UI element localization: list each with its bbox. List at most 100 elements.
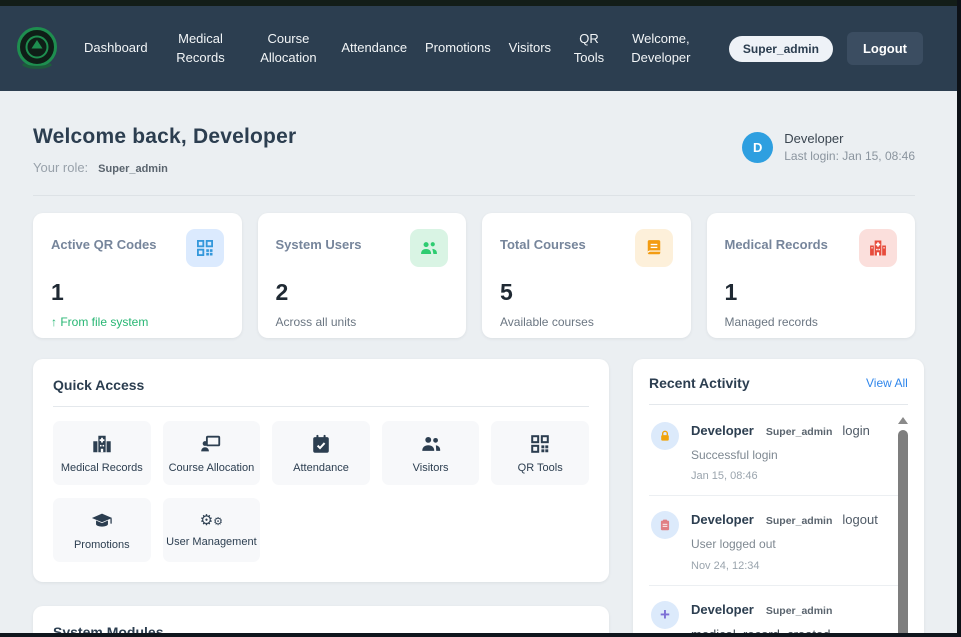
nav-medical-records[interactable]: Medical Records (166, 30, 236, 68)
profile-last-login: Last login: Jan 15, 08:46 (784, 149, 915, 163)
activity-item-logout: Developer Super_admin logout User logged o… (649, 496, 908, 585)
quick-access-attendance[interactable]: Attendance (272, 421, 370, 485)
tile-label: Medical Records (61, 462, 143, 474)
stat-value: 1 (51, 279, 224, 306)
stat-subtext: Across all units (276, 315, 449, 329)
activity-action: medical_record_created (691, 627, 878, 637)
tile-label: User Management (166, 536, 257, 548)
left-column: Quick Access Medical Records (33, 359, 609, 637)
hospital-icon (91, 433, 113, 455)
user-role-line: Your role: Super_admin (33, 160, 296, 175)
stat-cards-row: Active QR Codes 1 ↑ From file system Sys… (33, 213, 915, 338)
app-logo (16, 25, 58, 73)
qr-code-icon (186, 229, 224, 267)
activity-time: Jan 15, 08:46 (691, 470, 870, 482)
nav-attendance[interactable]: Attendance (341, 39, 407, 58)
quick-access-qr-tools[interactable]: QR Tools (491, 421, 589, 485)
stat-title: Total Courses (500, 229, 586, 252)
screen: Dashboard Medical Records Course Allocat… (0, 0, 961, 637)
activity-item-medical-record-created: + DeveloperSuper_admin medical_record_cr… (649, 586, 908, 637)
nav-qr-tools[interactable]: QR Tools (569, 30, 609, 68)
system-modules-title: System Modules (53, 624, 589, 637)
nav-promotions[interactable]: Promotions (425, 39, 491, 58)
activity-role: Super_admin (766, 515, 833, 527)
nav-dashboard[interactable]: Dashboard (84, 39, 148, 58)
users-icon (410, 229, 448, 267)
user-gears-icon: ⚙⚙ (200, 513, 223, 529)
stat-card-system-users: System Users 2 Across all units (258, 213, 467, 338)
calendar-check-icon (310, 433, 332, 455)
stat-title: System Users (276, 229, 362, 252)
profile-summary: D Developer Last login: Jan 15, 08:46 (742, 131, 915, 163)
panel-divider (649, 404, 908, 405)
view-all-link[interactable]: View All (866, 376, 908, 390)
quick-access-course-allocation[interactable]: Course Allocation (163, 421, 261, 485)
quick-access-grid: Medical Records Course Allocation (53, 421, 589, 562)
activity-item-login: Developer Super_admin login Successful log… (649, 407, 908, 496)
activity-detail: Successful login (691, 447, 870, 464)
stat-title: Medical Records (725, 229, 828, 252)
page-title: Welcome back, Developer (33, 125, 296, 149)
recent-activity-title: Recent Activity (649, 375, 750, 391)
quick-access-visitors[interactable]: Visitors (382, 421, 480, 485)
qr-code-icon (529, 433, 551, 455)
nav-welcome-user: Welcome, Developer (627, 30, 695, 68)
stat-card-medical-records: Medical Records 1 Managed records (707, 213, 916, 338)
activity-detail: User logged out (691, 536, 878, 553)
dashboard-main: Welcome back, Developer Your role: Super_… (0, 91, 957, 637)
clipboard-icon (651, 511, 679, 539)
chalkboard-user-icon (200, 433, 222, 455)
panel-divider (53, 406, 589, 407)
profile-name: Developer (784, 131, 915, 146)
scroll-up-arrow[interactable] (898, 417, 908, 424)
tile-label: QR Tools (518, 462, 563, 474)
welcome-section: Welcome back, Developer Your role: Super_… (33, 125, 915, 175)
hospital-icon (859, 229, 897, 267)
activity-user: Developer (691, 423, 754, 438)
quick-access-medical-records[interactable]: Medical Records (53, 421, 151, 485)
main-nav: Dashboard Medical Records Course Allocat… (84, 30, 695, 68)
activity-role: Super_admin (766, 426, 833, 438)
stat-card-active-qr-codes: Active QR Codes 1 ↑ From file system (33, 213, 242, 338)
role-badge: Super_admin (729, 36, 833, 62)
activity-user: Developer (691, 512, 754, 527)
section-divider (33, 195, 915, 196)
stat-subtext: Available courses (500, 315, 673, 329)
top-nav: Dashboard Medical Records Course Allocat… (0, 6, 957, 91)
plus-icon: + (651, 601, 679, 629)
lock-icon (651, 422, 679, 450)
role-value: Super_admin (98, 163, 168, 175)
nav-visitors[interactable]: Visitors (509, 39, 551, 58)
book-icon (635, 229, 673, 267)
tile-label: Course Allocation (169, 462, 255, 474)
tile-label: Visitors (413, 462, 449, 474)
stat-title: Active QR Codes (51, 229, 156, 252)
recent-activity-panel: Recent Activity View All Developer Super_… (633, 359, 924, 637)
quick-access-user-management[interactable]: ⚙⚙ User Management (163, 498, 261, 562)
activity-time: Nov 24, 12:34 (691, 560, 878, 572)
role-label: Your role: (33, 160, 88, 175)
quick-access-promotions[interactable]: Promotions (53, 498, 151, 562)
stat-value: 2 (276, 279, 449, 306)
avatar: D (742, 132, 773, 163)
quick-access-title: Quick Access (53, 377, 589, 393)
activity-list: Developer Super_admin login Successful log… (649, 407, 908, 637)
stat-subtext: Managed records (725, 315, 898, 329)
activity-scrollbar (897, 415, 909, 637)
activity-action: login (842, 423, 869, 438)
stat-value: 1 (725, 279, 898, 306)
system-modules-panel: System Modules (33, 606, 609, 637)
logout-button[interactable]: Logout (847, 32, 923, 65)
tile-label: Attendance (293, 462, 349, 474)
graduation-cap-icon (91, 510, 113, 532)
activity-action: logout (842, 512, 877, 527)
stat-value: 5 (500, 279, 673, 306)
activity-user: Developer (691, 602, 754, 617)
stat-card-total-courses: Total Courses 5 Available courses (482, 213, 691, 338)
nav-course-allocation[interactable]: Course Allocation (253, 30, 323, 68)
scrollbar-thumb[interactable] (898, 430, 908, 637)
school-crest-icon (16, 25, 58, 73)
quick-access-panel: Quick Access Medical Records (33, 359, 609, 582)
stat-subtext: ↑ From file system (51, 315, 224, 329)
users-icon (420, 433, 442, 455)
